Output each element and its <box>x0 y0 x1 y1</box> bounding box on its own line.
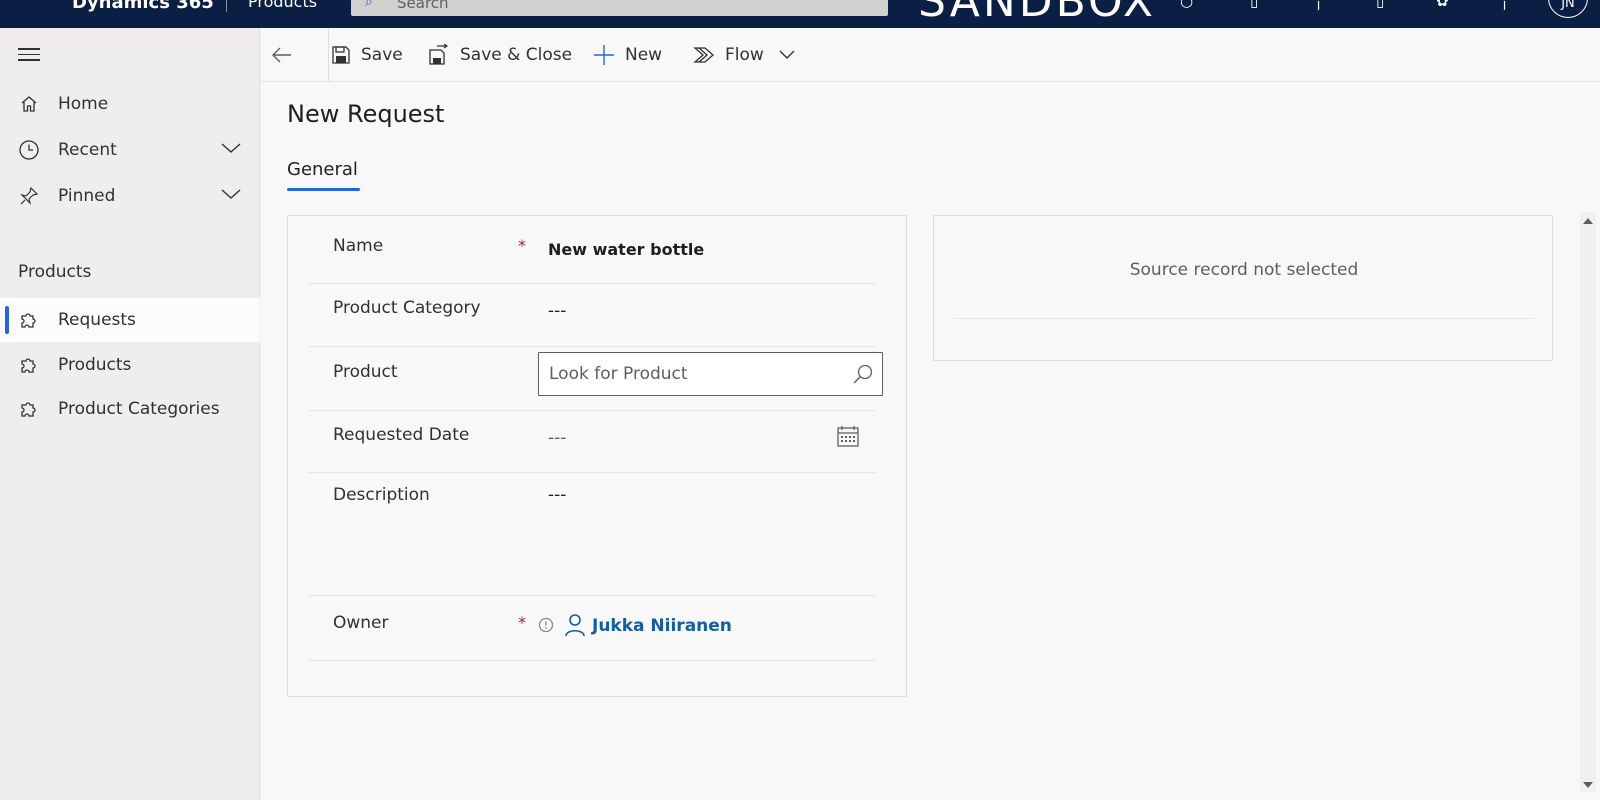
area-name[interactable]: Products <box>248 0 317 11</box>
save-close-icon <box>429 44 449 65</box>
sidebar-item-products[interactable]: Products <box>0 343 260 387</box>
side-panel-message: Source record not selected <box>1129 260 1359 280</box>
field-label: Name <box>333 236 384 256</box>
search-icon[interactable] <box>852 363 874 389</box>
tab-general[interactable]: General <box>287 159 358 180</box>
field-row-name: Name * New water bottle <box>308 216 876 284</box>
save-close-button[interactable]: Save & Close <box>428 28 572 82</box>
pin-icon <box>18 185 40 207</box>
sidebar-item-label: Home <box>58 94 109 114</box>
info-icon[interactable] <box>538 617 554 637</box>
divider <box>954 318 1534 319</box>
main-content: New Request General Name * New water bot… <box>261 82 1600 800</box>
sidebar-item-home[interactable]: Home <box>0 82 260 126</box>
field-label: Product Category <box>333 298 481 318</box>
avatar[interactable]: JN <box>1548 0 1588 18</box>
sidebar-item-label: Recent <box>58 140 117 160</box>
product-lookup-input[interactable]: Look for Product <box>538 352 883 396</box>
lightbulb-icon[interactable]: ○ <box>1180 0 1193 10</box>
flow-icon <box>693 47 714 63</box>
global-search-input[interactable]: ⌕ Search <box>351 0 888 16</box>
scroll-down-arrow-icon[interactable] <box>1583 782 1593 788</box>
product-category-field[interactable]: --- <box>548 301 566 321</box>
field-label: Requested Date <box>333 425 470 445</box>
page-title: New Request <box>287 100 445 128</box>
puzzle-icon <box>18 398 40 420</box>
sidebar-item-pinned[interactable]: Pinned <box>0 174 260 218</box>
back-button[interactable] <box>271 28 303 82</box>
field-row-product: Product Look for Product <box>308 347 883 411</box>
task-icon[interactable]: ▯ <box>1250 0 1258 10</box>
home-icon <box>18 93 40 115</box>
sidebar-item-label: Requests <box>58 310 136 330</box>
help-icon[interactable]: ╷ <box>1500 0 1509 10</box>
save-close-label: Save & Close <box>460 45 573 65</box>
owner-link[interactable]: Jukka Niiranen <box>592 616 732 636</box>
field-row-description: Description --- <box>308 473 876 596</box>
app-name[interactable]: Dynamics 365 <box>72 0 214 13</box>
clock-icon <box>18 139 40 161</box>
save-icon <box>332 46 350 64</box>
field-row-requested-date: Requested Date --- <box>308 411 876 473</box>
field-label: Owner <box>333 613 389 633</box>
related-record-panel: Source record not selected <box>933 215 1553 361</box>
sidebar-item-recent[interactable]: Recent <box>0 128 260 172</box>
name-field[interactable]: New water bottle <box>548 240 704 259</box>
required-indicator: * <box>518 613 526 632</box>
divider <box>328 28 329 82</box>
plus-icon <box>594 45 614 65</box>
flow-button[interactable]: Flow <box>693 28 764 82</box>
gear-icon[interactable]: ✿ <box>1436 0 1449 10</box>
puzzle-icon <box>18 309 40 331</box>
scrollbar[interactable] <box>1580 212 1596 792</box>
flow-label: Flow <box>725 45 764 65</box>
save-label: Save <box>361 45 403 65</box>
field-row-product-category: Product Category --- <box>308 284 876 347</box>
form-section-general: Name * New water bottle Product Category… <box>287 215 907 697</box>
environment-banner: SANDBOX <box>918 0 1157 27</box>
field-label: Product <box>333 362 398 382</box>
description-field[interactable]: --- <box>548 485 566 505</box>
filter-icon[interactable]: ▯ <box>1376 0 1384 10</box>
chevron-down-icon[interactable] <box>220 140 242 160</box>
calendar-icon[interactable] <box>836 425 860 453</box>
save-button[interactable]: Save <box>331 28 403 82</box>
divider <box>226 0 227 12</box>
plus-icon[interactable]: ╷ <box>1314 0 1323 10</box>
field-label: Description <box>333 485 430 505</box>
user-icon <box>564 613 586 641</box>
chevron-down-icon <box>779 50 795 59</box>
new-label: New <box>625 45 663 65</box>
sidebar-item-label: Pinned <box>58 186 116 206</box>
lookup-placeholder: Look for Product <box>549 364 688 384</box>
new-button[interactable]: New <box>593 28 662 82</box>
search-placeholder: Search <box>397 0 449 12</box>
command-bar: Save Save & Close New Flow <box>261 28 1600 82</box>
search-icon: ⌕ <box>365 0 373 10</box>
app-launcher-icon[interactable]: ⋯ <box>18 0 41 11</box>
sidebar: Home Recent Pinned Products Requests Pro… <box>0 28 260 800</box>
puzzle-icon <box>18 354 40 376</box>
sidebar-item-label: Products <box>58 355 132 375</box>
required-indicator: * <box>518 236 526 255</box>
hamburger-menu-icon[interactable] <box>18 48 40 65</box>
top-bar: ⋯ Dynamics 365 Products ⌕ Search SANDBOX… <box>0 0 1600 28</box>
field-row-owner: Owner * Jukka Niiranen <box>308 596 876 661</box>
chevron-down-icon[interactable] <box>220 186 242 206</box>
back-arrow-icon <box>272 47 291 63</box>
sidebar-item-label: Product Categories <box>58 399 220 419</box>
scroll-up-arrow-icon[interactable] <box>1583 218 1593 224</box>
flow-dropdown-button[interactable] <box>779 28 805 82</box>
sidebar-item-product-categories[interactable]: Product Categories <box>0 387 260 431</box>
tab-underline <box>287 188 360 191</box>
requested-date-field[interactable]: --- <box>548 428 566 448</box>
sidebar-item-requests[interactable]: Requests <box>0 298 260 342</box>
sidebar-section-title: Products <box>18 262 92 282</box>
